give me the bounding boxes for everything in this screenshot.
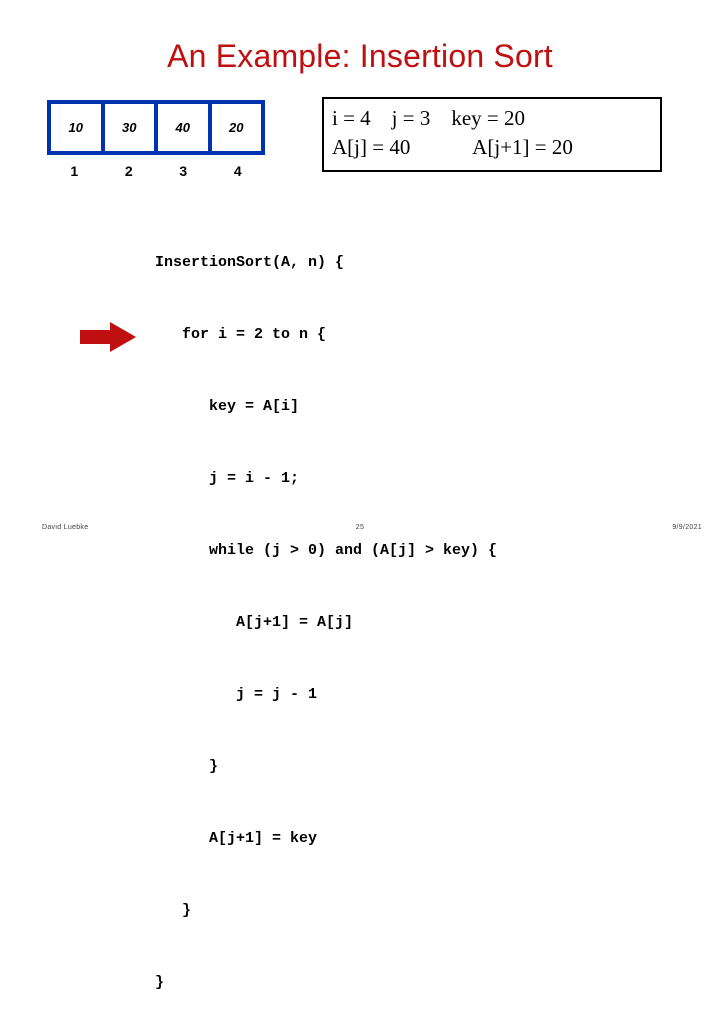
array-cell: 20	[211, 104, 261, 151]
pseudocode-block: InsertionSort(A, n) { for i = 2 to n { k…	[155, 203, 497, 1019]
page-title: An Example: Insertion Sort	[167, 38, 553, 74]
right-arrow-icon	[80, 322, 136, 352]
array-index-label: 2	[124, 163, 133, 179]
array-cell: 30	[104, 104, 158, 151]
array-index-label: 4	[233, 163, 242, 179]
footer-page-number: 25	[355, 524, 365, 531]
code-line: j = i - 1;	[155, 470, 300, 487]
state-line-array-values: A[j] = 40 A[j+1] = 20	[332, 135, 573, 159]
array-cells-table: 10 30 40 20	[47, 100, 265, 155]
code-line: }	[155, 902, 192, 919]
variable-state-box: i = 4 j = 3 key = 20 A[j] = 40 A[j+1] = …	[322, 97, 662, 172]
array-index-row: 1 2 3 4	[47, 160, 265, 182]
code-line: j = j - 1	[155, 686, 318, 703]
code-line: A[j+1] = key	[155, 830, 318, 847]
code-line: while (j > 0) and (A[j] > key) {	[155, 542, 498, 559]
code-line: InsertionSort(A, n) {	[155, 254, 345, 271]
array-cell: 40	[158, 104, 212, 151]
footer-date: 9/9/2021	[672, 524, 702, 531]
array-index-label: 3	[179, 163, 188, 179]
array-cell: 10	[51, 104, 105, 151]
state-line-variables: i = 4 j = 3 key = 20	[332, 106, 526, 130]
code-line: }	[155, 758, 219, 775]
code-line: A[j+1] = A[j]	[155, 614, 354, 631]
array-index-label: 1	[70, 163, 79, 179]
code-line: }	[155, 974, 165, 991]
code-line: for i = 2 to n {	[155, 326, 327, 343]
code-line: key = A[i]	[155, 398, 300, 415]
